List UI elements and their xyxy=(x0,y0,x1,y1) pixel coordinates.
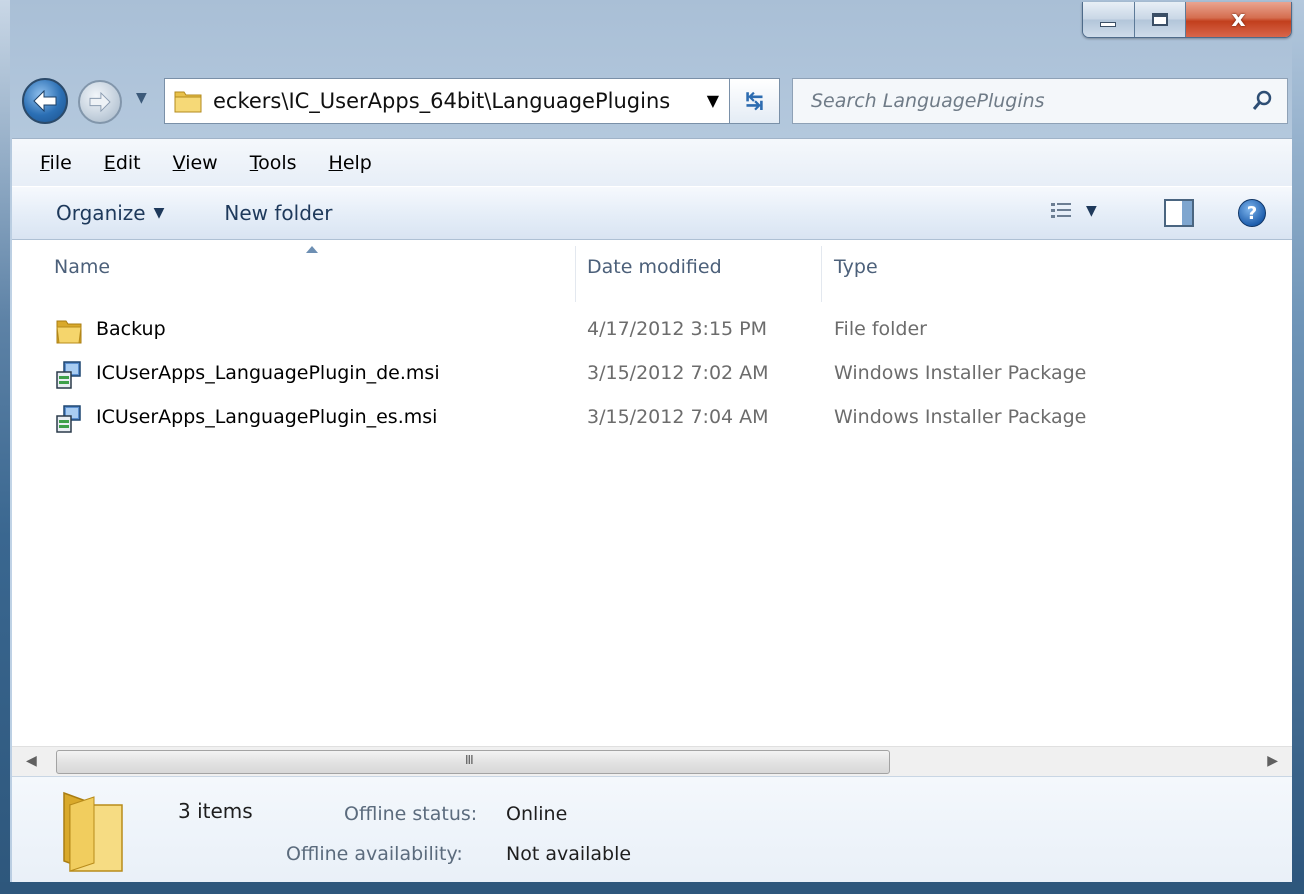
address-dropdown-icon[interactable]: ▼ xyxy=(707,91,719,110)
search-input[interactable] xyxy=(811,81,1251,121)
menu-file[interactable]: File xyxy=(40,152,72,174)
menu-help[interactable]: Help xyxy=(329,152,372,174)
search-icon[interactable] xyxy=(1251,90,1273,112)
column-header-type[interactable]: Type xyxy=(834,256,878,278)
back-arrow-icon xyxy=(33,90,57,112)
horizontal-scrollbar[interactable]: ◀ III ▶ xyxy=(12,746,1292,776)
folder-icon xyxy=(174,91,202,113)
maximize-button[interactable] xyxy=(1134,2,1187,37)
maximize-icon xyxy=(1151,13,1168,26)
preview-pane-button[interactable] xyxy=(1164,199,1194,232)
file-date: 3/15/2012 7:04 AM xyxy=(587,406,769,428)
window-right-border xyxy=(1292,0,1304,894)
scrollbar-grip: III xyxy=(465,753,474,767)
preview-pane-icon xyxy=(1164,199,1194,227)
close-button[interactable]: x xyxy=(1186,2,1291,37)
column-header-date-modified[interactable]: Date modified xyxy=(587,256,722,278)
offline-status-value: Online xyxy=(506,803,568,825)
file-name: ICUserApps_LanguagePlugin_de.msi xyxy=(96,362,440,384)
folder-icon xyxy=(63,791,123,872)
address-bar[interactable]: eckers\IC_UserApps_64bit\LanguagePlugins… xyxy=(164,78,730,124)
organize-label: Organize xyxy=(56,201,146,225)
search-box xyxy=(792,78,1288,124)
offline-status-label: Offline status: xyxy=(344,803,478,825)
offline-availability-value: Not available xyxy=(506,843,632,865)
file-type: Windows Installer Package xyxy=(834,406,1087,428)
scroll-right-icon[interactable]: ▶ xyxy=(1267,753,1278,769)
help-button[interactable]: ? xyxy=(1238,199,1266,227)
file-name: ICUserApps_LanguagePlugin_es.msi xyxy=(96,406,438,428)
menu-edit[interactable]: Edit xyxy=(104,152,141,174)
file-list: Name Date modified Type Backup 4/17/2012… xyxy=(12,240,1292,746)
chevron-down-icon: ▼ xyxy=(153,205,165,221)
file-row-msi-es[interactable]: ICUserApps_LanguagePlugin_es.msi 3/15/20… xyxy=(12,398,1292,440)
organize-button[interactable]: Organize ▼ xyxy=(56,201,164,225)
forward-button[interactable] xyxy=(78,80,122,124)
chevron-down-icon: ▼ xyxy=(1086,203,1097,219)
new-folder-button[interactable]: New folder xyxy=(224,201,332,225)
file-date: 4/17/2012 3:15 PM xyxy=(587,318,768,340)
address-path[interactable]: eckers\IC_UserApps_64bit\LanguagePlugins xyxy=(213,89,670,113)
window-left-border xyxy=(0,0,10,894)
file-type: Windows Installer Package xyxy=(834,362,1087,384)
scrollbar-thumb[interactable]: III xyxy=(56,750,890,774)
details-view-icon xyxy=(1051,203,1071,218)
scroll-left-icon[interactable]: ◀ xyxy=(26,753,37,769)
msi-installer-icon xyxy=(56,361,81,389)
sort-ascending-icon xyxy=(306,246,318,253)
recent-pages-dropdown[interactable]: ▼ xyxy=(136,90,147,106)
folder-icon xyxy=(56,320,82,344)
minimize-icon xyxy=(1100,22,1117,27)
column-divider[interactable] xyxy=(575,246,576,302)
refresh-icon: ↹ xyxy=(745,88,764,114)
offline-availability-label: Offline availability: xyxy=(286,843,463,865)
menu-view[interactable]: View xyxy=(173,152,218,174)
back-button[interactable] xyxy=(22,78,68,124)
menu-tools[interactable]: Tools xyxy=(250,152,297,174)
column-divider[interactable] xyxy=(821,246,822,302)
command-bar: Organize ▼ New folder ▼ ? xyxy=(12,186,1292,240)
msi-installer-icon xyxy=(56,405,81,433)
change-view-button[interactable]: ▼ xyxy=(1050,201,1097,221)
close-icon: x xyxy=(1231,7,1246,32)
file-row-msi-de[interactable]: ICUserApps_LanguagePlugin_de.msi 3/15/20… xyxy=(12,354,1292,396)
help-icon: ? xyxy=(1246,202,1258,224)
item-count: 3 items xyxy=(178,799,253,823)
file-name: Backup xyxy=(96,318,166,340)
refresh-button[interactable]: ↹ xyxy=(730,78,780,124)
column-header-name[interactable]: Name xyxy=(54,256,110,278)
file-row-backup[interactable]: Backup 4/17/2012 3:15 PM File folder xyxy=(12,310,1292,352)
chevron-down-icon: ▼ xyxy=(136,90,147,106)
window-bottom-border xyxy=(0,882,1304,894)
details-pane: 3 items Offline status: Online Offline a… xyxy=(12,776,1292,882)
minimize-button[interactable] xyxy=(1083,2,1135,37)
file-type: File folder xyxy=(834,318,927,340)
caption-buttons: x xyxy=(1082,2,1292,38)
file-date: 3/15/2012 7:02 AM xyxy=(587,362,769,384)
forward-arrow-icon xyxy=(89,92,111,112)
menu-bar: File Edit View Tools Help xyxy=(12,138,1292,186)
